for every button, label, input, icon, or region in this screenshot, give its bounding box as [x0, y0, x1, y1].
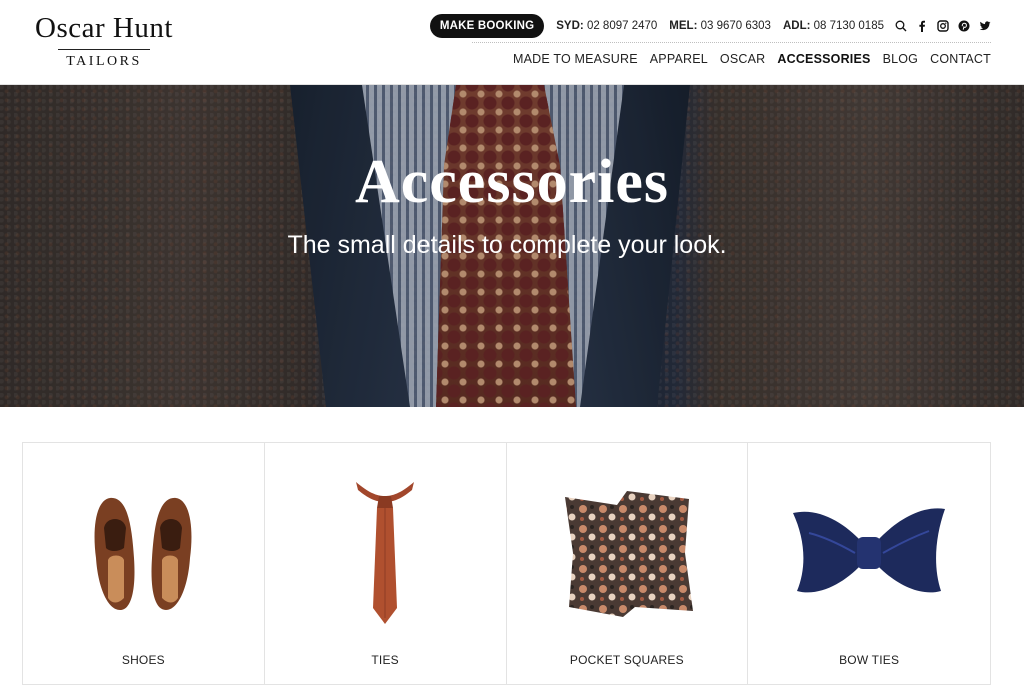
instagram-icon[interactable]: [936, 20, 949, 33]
category-label: POCKET SQUARES: [569, 653, 684, 667]
phone-number: 02 8097 2470: [586, 20, 658, 32]
phone-adelaide[interactable]: ADL: 08 7130 0185: [783, 20, 884, 32]
category-grid: SHOES TIES POCKET SQUARES BOW TIES: [22, 442, 991, 685]
shoes-image: [23, 468, 264, 638]
nav-accessories[interactable]: ACCESSORIES: [777, 52, 870, 66]
category-card-ties[interactable]: TIES: [265, 443, 507, 684]
brand-subtitle: TAILORS: [66, 54, 142, 69]
logo-divider: [58, 49, 150, 50]
nav-made-to-measure[interactable]: MADE TO MEASURE: [513, 52, 638, 66]
category-label: BOW TIES: [839, 653, 900, 667]
category-label: SHOES: [121, 653, 165, 667]
category-card-bow-ties[interactable]: BOW TIES: [748, 443, 990, 684]
make-booking-button[interactable]: MAKE BOOKING: [429, 14, 545, 38]
nav-contact[interactable]: CONTACT: [930, 52, 991, 66]
topbar-divider: [472, 42, 991, 43]
top-bar: MAKE BOOKING SYD: 02 8097 2470 MEL: 03 9…: [429, 14, 991, 38]
hero-subtitle: The small details to complete your look.: [287, 231, 727, 259]
category-card-pocket-squares[interactable]: POCKET SQUARES: [507, 443, 749, 684]
site-header: Oscar Hunt TAILORS MAKE BOOKING SYD: 02 …: [0, 0, 1024, 85]
nav-blog[interactable]: BLOG: [883, 52, 919, 66]
search-icon[interactable]: [894, 20, 907, 33]
phone-sydney[interactable]: SYD: 02 8097 2470: [556, 20, 657, 32]
tie-image: [265, 468, 506, 638]
bow-tie-image: [748, 468, 990, 638]
category-label: TIES: [371, 653, 399, 667]
phone-number: 03 9670 6303: [700, 20, 771, 32]
hero-title: Accessories: [355, 148, 669, 216]
brand-logo[interactable]: Oscar Hunt TAILORS: [22, 13, 186, 69]
pinterest-icon[interactable]: [957, 20, 970, 33]
twitter-icon[interactable]: [978, 20, 991, 33]
phone-city-label: ADL:: [782, 20, 811, 32]
facebook-icon[interactable]: [915, 20, 928, 33]
phone-number: 08 7130 0185: [813, 20, 884, 32]
category-card-shoes[interactable]: SHOES: [23, 443, 265, 684]
nav-apparel[interactable]: APPAREL: [650, 52, 708, 66]
brand-name: Oscar Hunt: [35, 12, 173, 44]
hero-banner: Accessories The small details to complet…: [0, 85, 1024, 407]
phone-city-label: SYD:: [556, 20, 584, 32]
main-nav: MADE TO MEASURE APPAREL OSCAR ACCESSORIE…: [513, 52, 991, 66]
phone-melbourne[interactable]: MEL: 03 9670 6303: [669, 20, 771, 32]
pocket-square-image: [507, 468, 748, 638]
nav-oscar[interactable]: OSCAR: [720, 52, 765, 66]
phone-city-label: MEL:: [669, 20, 698, 32]
